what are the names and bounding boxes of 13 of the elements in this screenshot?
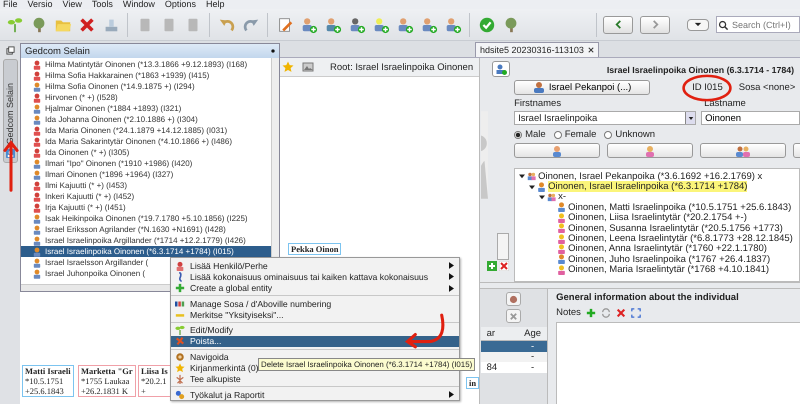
notes-label: Notes [556,307,581,318]
field-label: Firstnames [514,98,562,109]
table-cell: - [531,351,534,362]
root-label: Root: Israel Israelinpoika Oinonen [330,62,474,72]
table-cell: - [531,340,534,352]
field-label: Lastname [704,98,746,109]
popup-title: Gedcom Selain [25,46,90,56]
id-label: ID I015 [692,82,723,92]
table-cell: - [531,362,534,373]
individual-title: Israel Israelinpoika Oinonen (6.3.1714 - 1784) [606,64,796,77]
sosa-label: Sosa <none> [738,82,796,92]
table-cell: 84 [486,362,498,373]
section-title: General information about the individual [556,292,740,303]
